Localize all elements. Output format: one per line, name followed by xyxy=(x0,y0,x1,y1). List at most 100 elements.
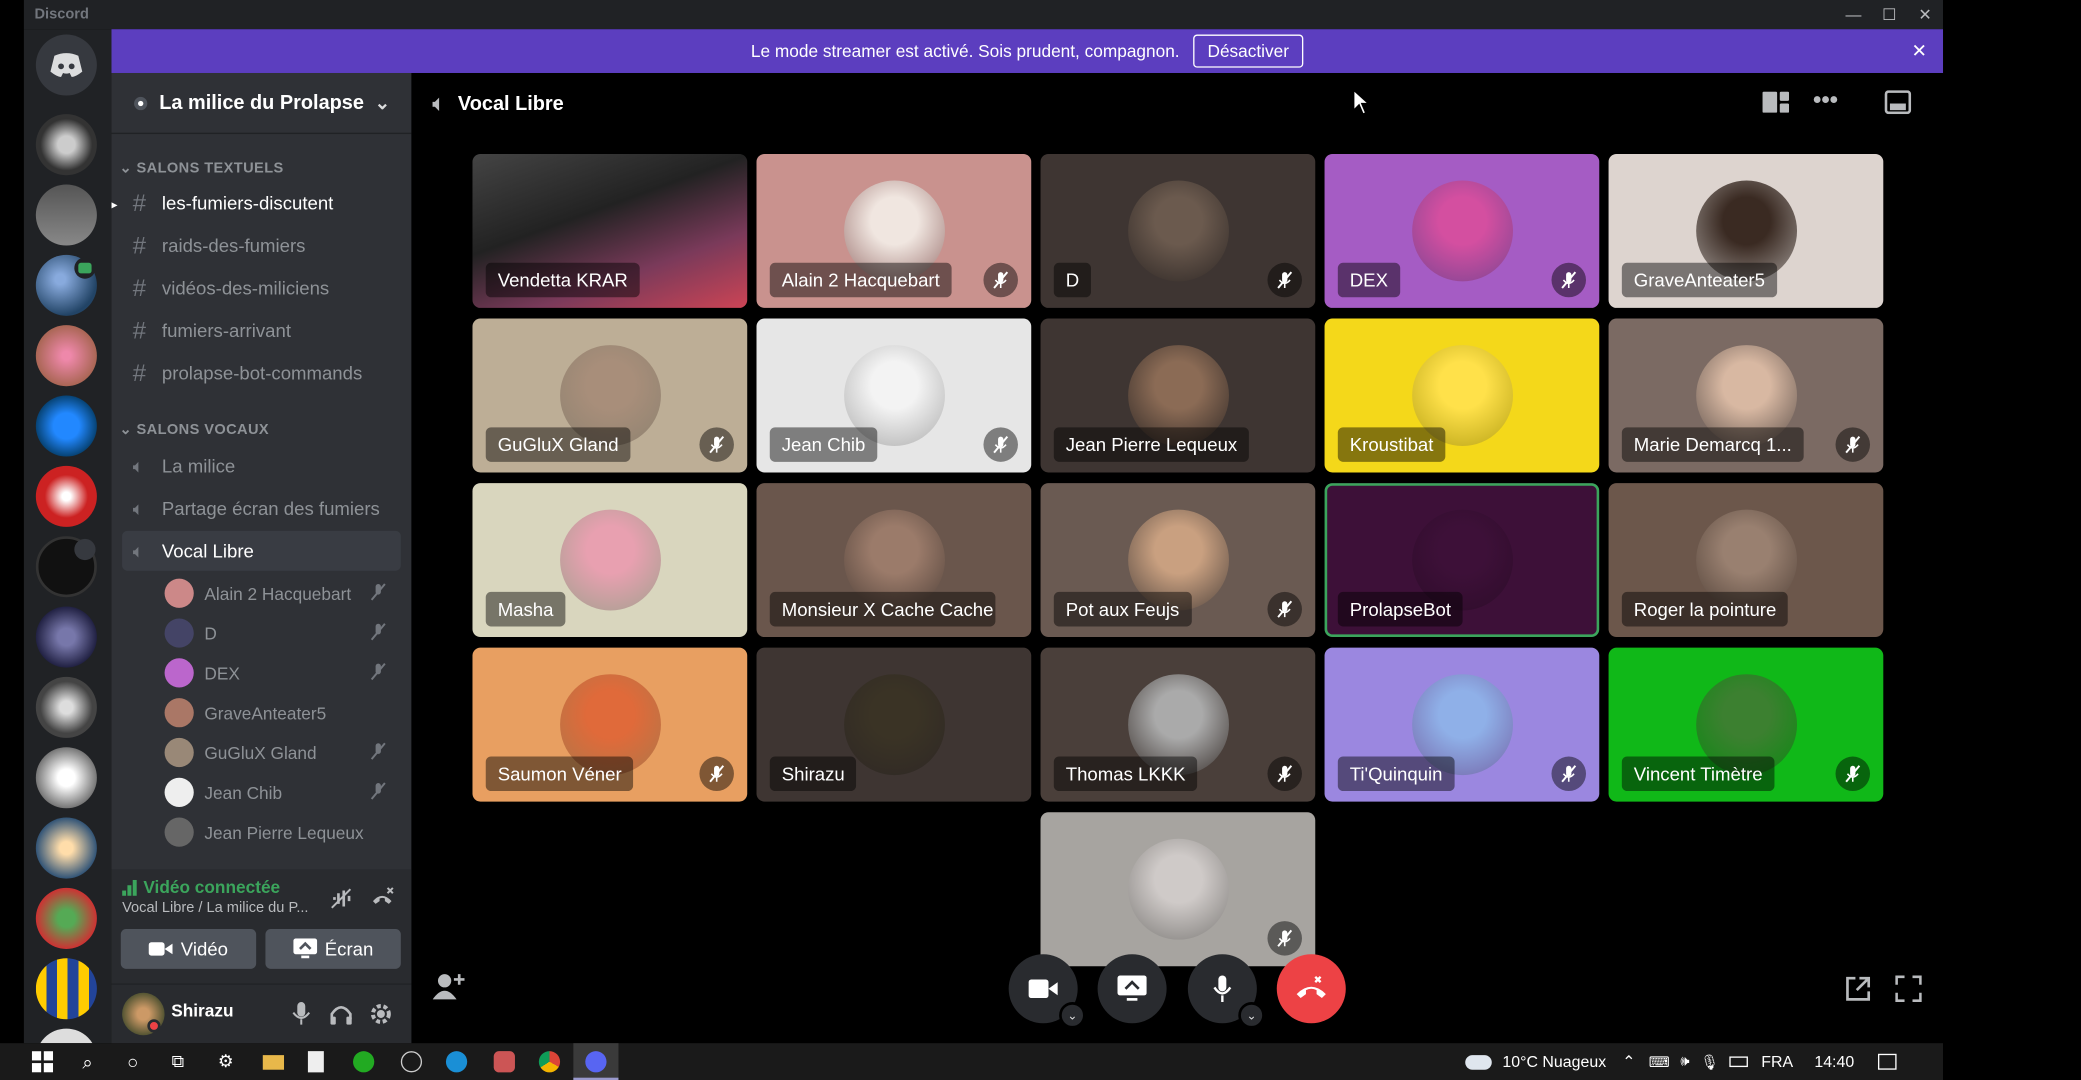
connection-status[interactable]: Vidéo connectée xyxy=(122,877,280,897)
category-voice[interactable]: ⌄ SALONS VOCAUX xyxy=(119,421,269,438)
participant-tile[interactable]: GuGluX Gland xyxy=(472,318,748,473)
notifications-icon[interactable] xyxy=(1878,1053,1897,1070)
server-icon-4[interactable] xyxy=(35,325,97,387)
network-icon[interactable]: ⌨ xyxy=(1649,1053,1670,1070)
participant-name: Pot aux Feujs xyxy=(1053,591,1192,627)
participant-tile[interactable]: Thomas LKKK xyxy=(1040,647,1316,802)
chevron-up-icon[interactable]: ⌃ xyxy=(1622,1052,1635,1071)
camera-toggle-button[interactable]: ⌄ xyxy=(1008,954,1086,1029)
participant-tile[interactable]: DEX xyxy=(1324,153,1600,308)
app-red-icon[interactable] xyxy=(493,1051,515,1073)
participant-tile[interactable]: Masha xyxy=(472,483,748,638)
file-explorer-icon[interactable] xyxy=(262,1055,285,1070)
voice-channel-0[interactable]: 🔈︎ La milice xyxy=(122,446,401,486)
server-name: La milice du Prolapse xyxy=(159,91,364,115)
voice-user[interactable]: GuGluX Gland xyxy=(164,734,391,771)
close-banner-icon[interactable]: ✕ xyxy=(1912,40,1928,63)
chevron-down-icon[interactable]: ⌄ xyxy=(1059,1002,1086,1029)
voice-user[interactable]: D xyxy=(164,614,391,651)
screen-share-toggle-button[interactable] xyxy=(1097,954,1167,1024)
category-text[interactable]: ⌄ SALONS TEXTUELS xyxy=(119,159,283,177)
participant-tile[interactable]: Ti'Quinquin xyxy=(1324,647,1600,802)
text-channel-2[interactable]: # vidéos-des-miliciens xyxy=(122,268,401,308)
server-icon-9[interactable] xyxy=(35,676,97,738)
voice-channel-2[interactable]: 🔈︎ Vocal Libre xyxy=(122,530,401,571)
server-icon-6[interactable] xyxy=(35,465,97,527)
server-icon-12[interactable] xyxy=(35,887,97,949)
server-icon-2[interactable] xyxy=(35,184,97,246)
server-icon-13[interactable] xyxy=(35,958,97,1020)
server-icon-14[interactable] xyxy=(35,1028,97,1044)
voice-user[interactable]: Jean Chib xyxy=(164,774,391,811)
connection-location[interactable]: Vocal Libre / La milice du P... xyxy=(122,900,308,916)
chevron-down-icon[interactable]: ⌄ xyxy=(1238,1002,1265,1029)
microphone-toggle-button[interactable]: ⌄ xyxy=(1187,954,1265,1029)
app-green-icon[interactable] xyxy=(353,1051,375,1073)
mic-muted-icon xyxy=(370,583,386,601)
username[interactable]: Shirazu xyxy=(171,1001,233,1021)
more-options-icon[interactable]: ••• xyxy=(1813,86,1838,114)
screen: Discord — ☐ ✕ Le mode streamer est activ… xyxy=(0,0,2081,1080)
voice-user[interactable]: DEX xyxy=(164,654,391,691)
language-indicator[interactable]: FRA xyxy=(1761,1052,1793,1071)
participant-tile[interactable] xyxy=(1040,812,1316,967)
voice-channel-1[interactable]: 🔈︎ Partage écran des fumiers xyxy=(122,488,401,528)
voice-user[interactable]: Alain 2 Hacquebart xyxy=(164,575,391,612)
weather-text[interactable]: 10°C Nuageux xyxy=(1502,1052,1606,1071)
video-button[interactable]: Vidéo xyxy=(120,929,257,969)
participant-tile[interactable]: D xyxy=(1040,153,1316,308)
search-icon[interactable]: ⌕ xyxy=(77,1050,98,1072)
task-view-icon[interactable]: ⧉ xyxy=(167,1051,188,1072)
text-channel-3[interactable]: # fumiers-arrivant xyxy=(122,311,401,351)
microphone-tray-icon[interactable]: 🎙︎ xyxy=(1700,1053,1719,1070)
participant-tile[interactable]: Roger la pointure xyxy=(1608,483,1884,638)
participant-tile[interactable]: Saumon Véner xyxy=(472,647,748,802)
participant-tile[interactable]: Vendetta KRAR xyxy=(472,153,748,308)
screen-share-button[interactable]: Écran xyxy=(265,929,401,969)
server-icon-8[interactable] xyxy=(35,606,97,668)
server-icon-skull[interactable] xyxy=(35,114,97,176)
participant-tile[interactable]: ProlapseBot xyxy=(1324,483,1600,638)
participant-name: Thomas LKKK xyxy=(1053,756,1198,792)
text-channel-4[interactable]: # prolapse-bot-commands xyxy=(122,353,401,393)
disable-streamer-button[interactable]: Désactiver xyxy=(1192,34,1304,68)
home-button[interactable] xyxy=(35,34,97,96)
leave-call-button[interactable] xyxy=(1276,954,1346,1024)
participant-tile[interactable]: Jean Chib xyxy=(756,318,1032,473)
participant-tile[interactable]: Monsieur X Cache Cache xyxy=(756,483,1032,638)
participant-tile[interactable]: Kroustibat xyxy=(1324,318,1600,473)
steam-icon[interactable] xyxy=(400,1051,423,1073)
battery-icon[interactable] xyxy=(1729,1056,1748,1068)
volume-icon[interactable]: 🕪︎ xyxy=(1680,1053,1689,1070)
participant-tile[interactable]: GraveAnteater5 xyxy=(1608,153,1884,308)
participant-name: Shirazu xyxy=(769,756,857,792)
settings-icon[interactable]: ⚙ xyxy=(215,1051,236,1072)
server-icon-11[interactable] xyxy=(35,817,97,879)
participant-tile[interactable]: Alain 2 Hacquebart xyxy=(756,153,1032,308)
cortana-icon[interactable]: ○ xyxy=(122,1051,143,1072)
participant-tile[interactable]: Shirazu xyxy=(756,647,1032,802)
server-header[interactable]: La milice du Prolapse ⌄ xyxy=(111,73,412,135)
edge-icon[interactable] xyxy=(445,1051,468,1073)
clock[interactable]: 14:40 xyxy=(1814,1052,1854,1071)
participant-tile[interactable]: Vincent Timètre xyxy=(1608,647,1884,802)
participant-name: GraveAnteater5 xyxy=(1621,262,1777,298)
participant-tile[interactable]: Marie Demarcq 1... xyxy=(1608,318,1884,473)
chrome-icon[interactable] xyxy=(538,1051,561,1073)
voice-user[interactable]: GraveAnteater5 xyxy=(164,694,391,731)
text-channel-1[interactable]: # raids-des-fumiers xyxy=(122,226,401,266)
close-icon[interactable]: ✕ xyxy=(1907,0,1943,29)
text-channel-0[interactable]: # les-fumiers-discutent xyxy=(122,183,401,223)
server-icon-10[interactable] xyxy=(35,747,97,809)
streamer-banner-text: Le mode streamer est activé. Sois pruden… xyxy=(750,41,1180,62)
minimize-icon[interactable]: — xyxy=(1836,0,1872,29)
participant-tile[interactable]: Jean Pierre Lequeux xyxy=(1040,318,1316,473)
participant-name: Vincent Timètre xyxy=(1621,756,1775,792)
notepad-icon[interactable] xyxy=(307,1051,324,1073)
server-icon-5[interactable] xyxy=(35,395,97,457)
speaker-icon: 🔈︎ xyxy=(132,497,144,519)
participant-tile[interactable]: Pot aux Feujs xyxy=(1040,483,1316,638)
maximize-icon[interactable]: ☐ xyxy=(1871,0,1907,29)
participant-name: ProlapseBot xyxy=(1337,591,1463,627)
voice-user[interactable]: Jean Pierre Lequeux xyxy=(164,814,391,851)
